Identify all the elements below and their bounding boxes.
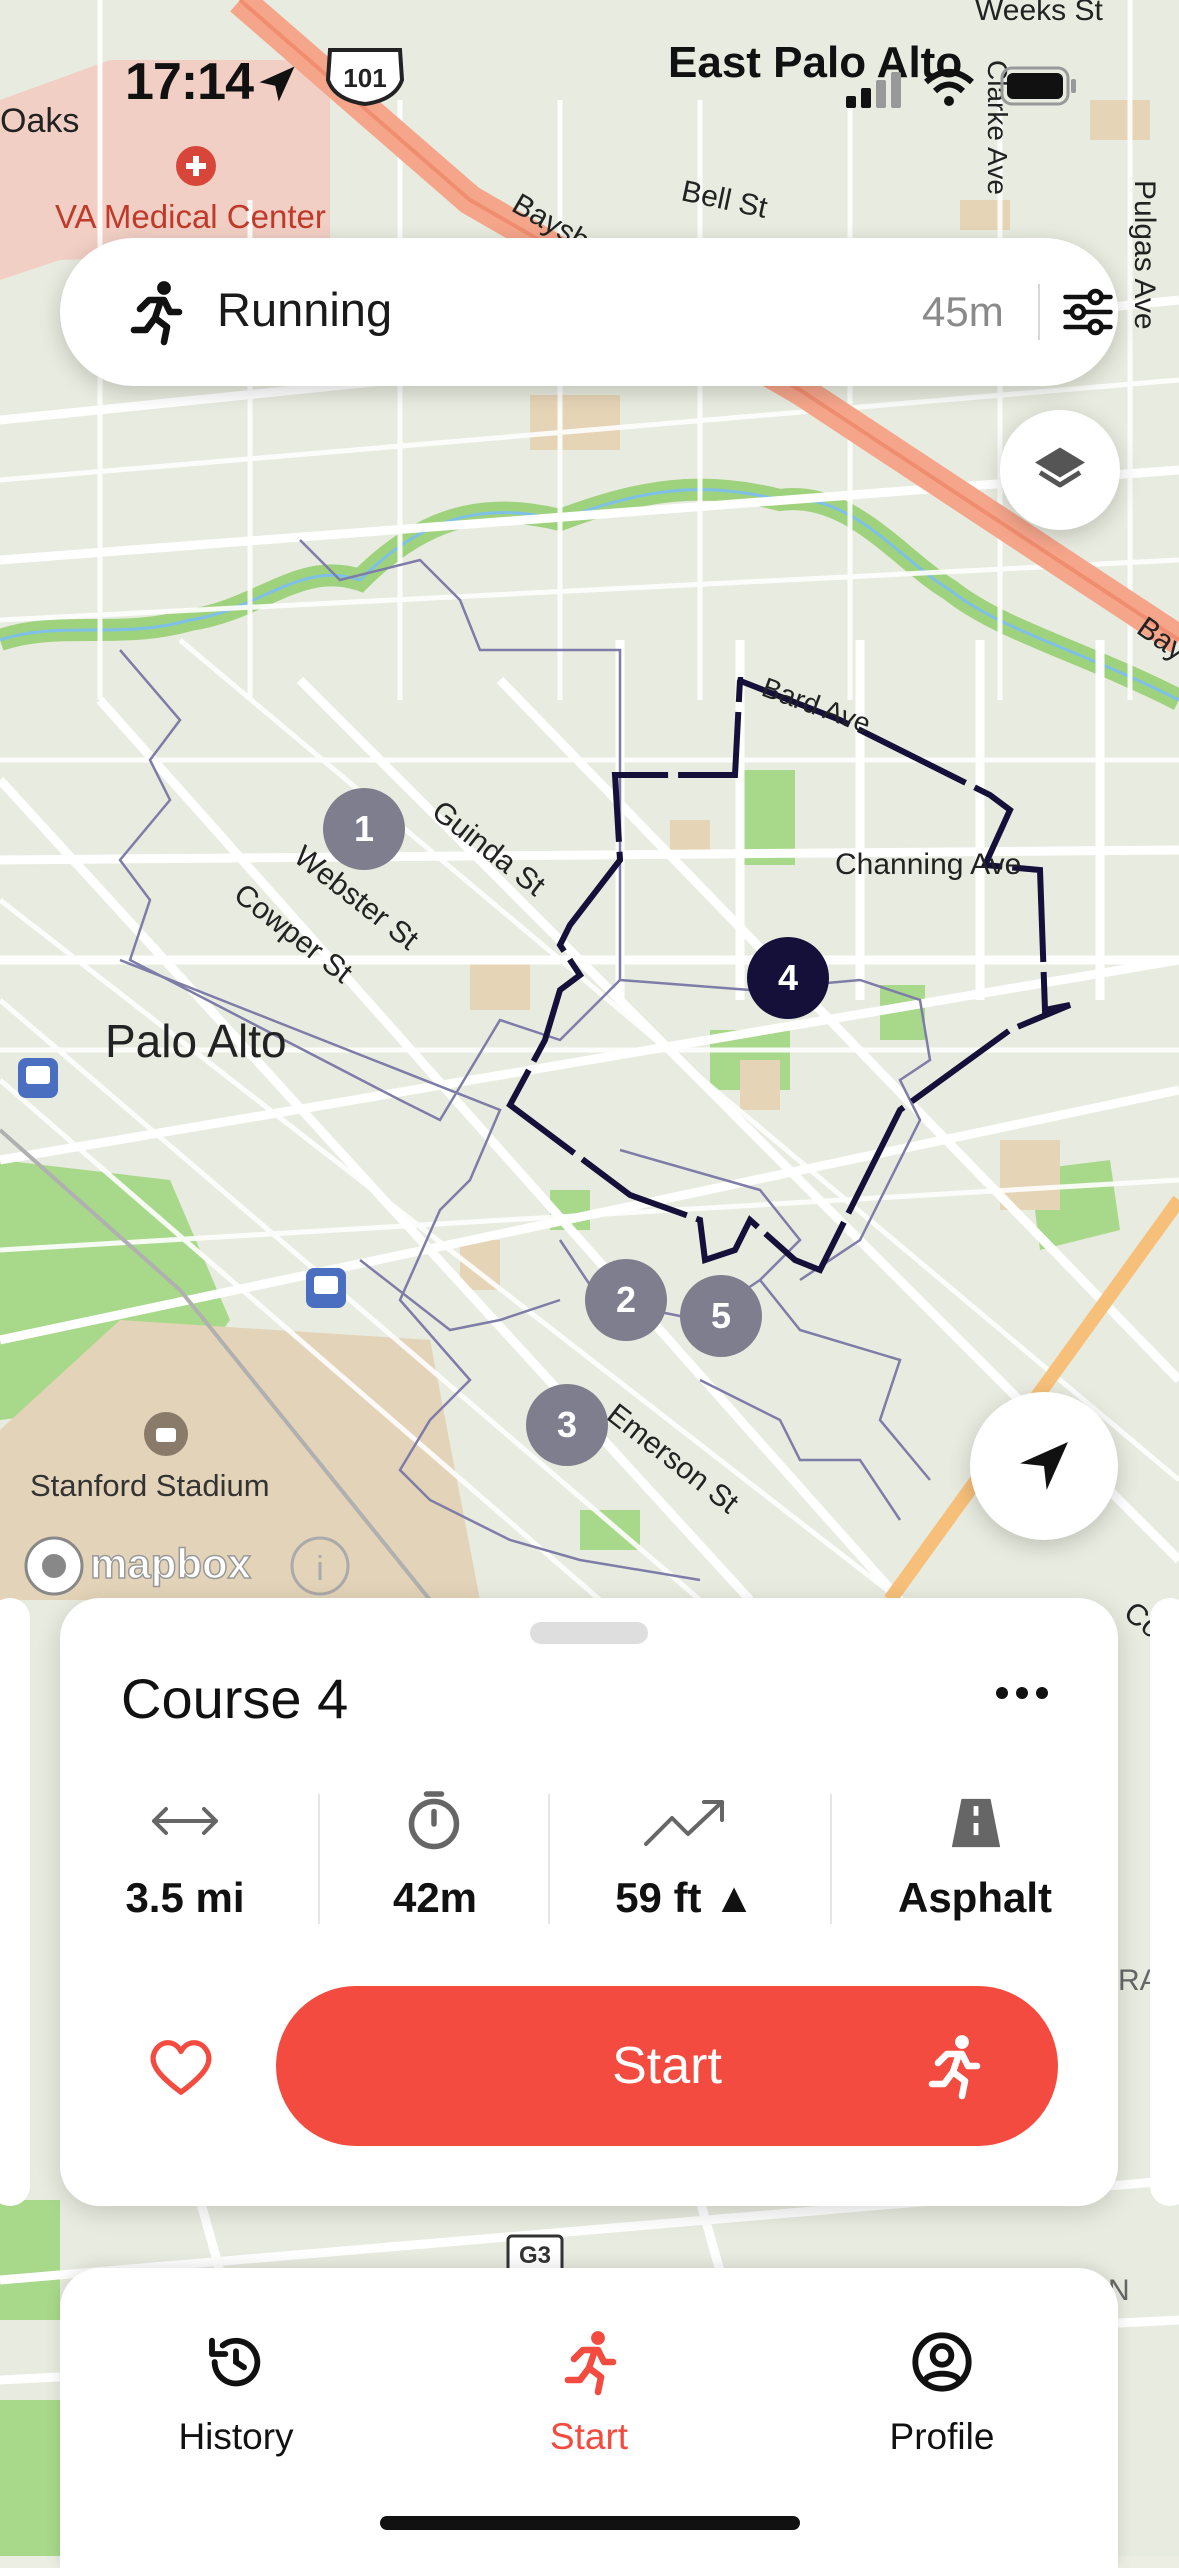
divider bbox=[318, 1794, 320, 1924]
layers-icon bbox=[1035, 447, 1085, 488]
train-station-icon bbox=[18, 1058, 58, 1098]
status-time: 17:14 bbox=[125, 53, 254, 111]
svg-text:mapbox: mapbox bbox=[90, 1540, 252, 1587]
tab-history[interactable]: History bbox=[106, 2300, 366, 2500]
sliders-icon[interactable] bbox=[1058, 282, 1118, 342]
stat-elevation: 59 ft ▲ bbox=[615, 1874, 755, 1921]
course-marker-3[interactable]: 3 bbox=[526, 1384, 608, 1466]
divider bbox=[830, 1794, 832, 1924]
course-marker-5[interactable]: 5 bbox=[680, 1275, 762, 1357]
map-label-pulgas-ave: Pulgas Ave bbox=[1128, 180, 1161, 330]
train-station-icon-2 bbox=[306, 1268, 346, 1308]
stat-distance: 3.5 mi bbox=[125, 1874, 245, 1921]
heart-icon[interactable] bbox=[146, 2034, 216, 2098]
tab-history-label: History bbox=[178, 2416, 294, 2457]
status-carrier-label: East Palo Alto bbox=[668, 38, 963, 87]
tab-profile-label: Profile bbox=[889, 2416, 995, 2457]
map-label-channing-ave: Channing Ave bbox=[835, 848, 1021, 881]
svg-text:i: i bbox=[316, 1550, 324, 1588]
home-indicator[interactable] bbox=[380, 2516, 800, 2530]
status-bar: 17:14 East Palo Alto bbox=[0, 0, 1179, 150]
course-marker-2[interactable]: 2 bbox=[585, 1259, 667, 1341]
runner-icon bbox=[130, 281, 183, 346]
battery-icon bbox=[1000, 66, 1076, 106]
course-marker-4-selected[interactable]: 4 bbox=[747, 937, 829, 1019]
stopwatch-icon bbox=[408, 1791, 460, 1850]
road-icon bbox=[951, 1798, 1001, 1848]
activity-duration: 45m bbox=[922, 288, 1004, 335]
tab-profile[interactable]: Profile bbox=[812, 2300, 1072, 2500]
navigation-arrow-icon bbox=[1020, 1442, 1068, 1490]
start-button[interactable]: Start bbox=[276, 1986, 1058, 2146]
runner-icon bbox=[564, 2331, 617, 2396]
elevation-trend-icon bbox=[644, 1800, 724, 1846]
next-course-card-peek[interactable] bbox=[1150, 1598, 1179, 2206]
map-label-palo-alto: Palo Alto bbox=[105, 1015, 287, 1067]
wifi-icon bbox=[924, 69, 974, 106]
divider bbox=[548, 1794, 550, 1924]
stadium-icon bbox=[144, 1412, 188, 1456]
course-card: Course 4 3.5 mi 42m 59 ft ▲ Asphalt Star… bbox=[60, 1598, 1118, 2206]
history-icon bbox=[209, 2337, 261, 2387]
map-label-va-medical: VA Medical Center bbox=[55, 198, 326, 235]
tab-start-label: Start bbox=[549, 2416, 629, 2457]
course-title: Course 4 bbox=[121, 1667, 349, 1730]
map-label-stanford-stadium: Stanford Stadium bbox=[30, 1468, 270, 1503]
tab-start[interactable]: Start bbox=[459, 2300, 719, 2500]
runner-icon bbox=[928, 2035, 981, 2100]
distance-arrows-icon bbox=[152, 1807, 218, 1835]
hospital-icon bbox=[176, 146, 216, 186]
activity-selector-bar[interactable]: Running 45m bbox=[60, 238, 1118, 386]
signal-icon bbox=[846, 72, 901, 108]
profile-icon bbox=[912, 2332, 972, 2392]
svg-text:G3: G3 bbox=[519, 2242, 551, 2269]
divider bbox=[1038, 284, 1040, 340]
more-options-icon[interactable] bbox=[990, 1678, 1054, 1708]
location-arrow-icon bbox=[259, 66, 295, 102]
locate-me-button[interactable] bbox=[970, 1392, 1118, 1540]
map-layers-button[interactable] bbox=[1000, 410, 1120, 530]
course-marker-1[interactable]: 1 bbox=[323, 788, 405, 870]
previous-course-card-peek[interactable] bbox=[0, 1598, 30, 2206]
drag-handle[interactable] bbox=[530, 1622, 648, 1644]
stat-surface: Asphalt bbox=[897, 1874, 1052, 1921]
activity-label: Running bbox=[217, 283, 393, 336]
stat-duration: 42m bbox=[392, 1874, 478, 1921]
